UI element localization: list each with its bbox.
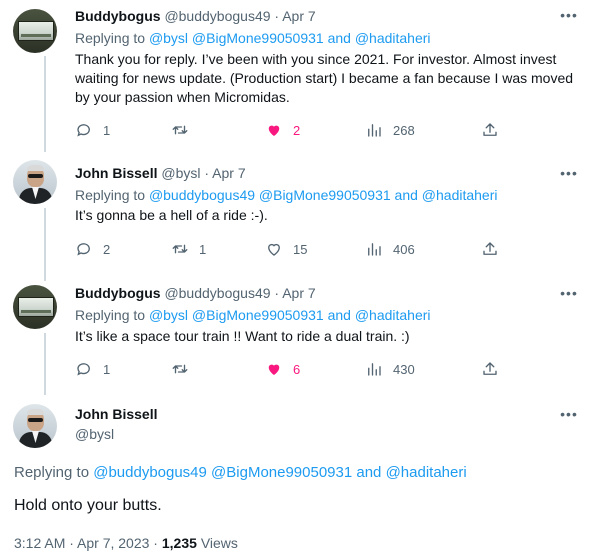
reply-button[interactable]: 1 bbox=[75, 120, 110, 140]
tweet-header: John Bissell @bysl · Apr 7 bbox=[75, 164, 246, 182]
replying-to: Replying to @buddybogus49 @BigMone990509… bbox=[75, 186, 498, 204]
avatar[interactable] bbox=[13, 9, 57, 53]
retweet-icon bbox=[172, 244, 188, 254]
replying-to-users[interactable]: @bysl @BigMone99050931 and @haditaheri bbox=[149, 307, 431, 323]
tweet-header: Buddybogus @buddybogus49 · Apr 7 bbox=[75, 284, 316, 302]
display-name[interactable]: Buddybogus bbox=[75, 285, 161, 301]
replying-prefix: Replying to bbox=[14, 464, 90, 481]
handle[interactable]: @buddybogus49 bbox=[164, 8, 270, 24]
handle[interactable]: @bysl bbox=[75, 426, 114, 442]
separator-dot: · bbox=[204, 165, 210, 181]
replying-to: Replying to @bysl @BigMone99050931 and @… bbox=[75, 29, 431, 47]
display-name[interactable]: John Bissell bbox=[75, 165, 157, 181]
tweet-3[interactable]: Buddybogus @buddybogus49 · Apr 7 ••• Rep… bbox=[0, 273, 597, 395]
tweet-text: Thank you for reply. I’ve been with you … bbox=[75, 51, 574, 105]
like-button[interactable]: 6 bbox=[265, 359, 300, 379]
more-icon[interactable]: ••• bbox=[559, 286, 579, 306]
avatar[interactable] bbox=[13, 285, 57, 329]
retweet-button[interactable] bbox=[171, 120, 199, 140]
retweet-icon bbox=[172, 364, 188, 374]
separator-dot: · bbox=[274, 285, 280, 301]
more-icon[interactable]: ••• bbox=[559, 166, 579, 186]
more-icon[interactable]: ••• bbox=[559, 8, 579, 28]
tweet-header: Buddybogus @buddybogus49 · Apr 7 bbox=[75, 7, 316, 25]
reply-icon bbox=[77, 124, 90, 137]
share-button[interactable] bbox=[481, 120, 499, 140]
replying-to: Replying to @bysl @BigMone99050931 and @… bbox=[75, 306, 431, 324]
tweet-date[interactable]: Apr 7 bbox=[212, 165, 245, 181]
action-bar: 1 2 268 bbox=[75, 120, 497, 140]
main-tweet: John Bissell @bysl ••• Replying to @budd… bbox=[0, 394, 597, 558]
share-icon bbox=[483, 123, 497, 136]
views-button[interactable]: 430 bbox=[365, 359, 415, 379]
reply-count: 1 bbox=[103, 361, 111, 377]
retweet-icon bbox=[172, 125, 188, 135]
tweet-2[interactable]: John Bissell @bysl · Apr 7 ••• Replying … bbox=[0, 148, 597, 281]
thread-line bbox=[44, 333, 46, 395]
display-name[interactable]: Buddybogus bbox=[75, 8, 161, 24]
separator-dot: · bbox=[274, 8, 280, 24]
views-icon bbox=[368, 243, 381, 256]
retweet-button[interactable] bbox=[171, 359, 199, 379]
like-count: 15 bbox=[293, 241, 308, 257]
tweet-text: It’s gonna be a hell of a ride :-). bbox=[75, 207, 268, 223]
replying-to-users[interactable]: @buddybogus49 @BigMone99050931 and @hadi… bbox=[93, 464, 466, 481]
views-count: 430 bbox=[393, 361, 415, 377]
reply-icon bbox=[77, 363, 90, 376]
share-icon bbox=[483, 242, 497, 255]
thread-line bbox=[44, 56, 46, 152]
more-icon[interactable]: ••• bbox=[559, 407, 579, 427]
heart-icon bbox=[268, 125, 280, 136]
tweet-date[interactable]: Apr 7 bbox=[282, 285, 315, 301]
share-icon bbox=[483, 362, 497, 375]
views-count: 1,235 bbox=[161, 535, 197, 551]
views-icon bbox=[368, 124, 381, 137]
views-button[interactable]: 406 bbox=[365, 239, 415, 259]
thread-line bbox=[44, 208, 46, 281]
retweet-button[interactable]: 1 bbox=[171, 239, 206, 259]
views-count: 268 bbox=[393, 122, 415, 138]
replying-to: Replying to @buddybogus49 @BigMone990509… bbox=[14, 464, 467, 481]
replying-prefix: Replying to bbox=[75, 30, 146, 46]
tweet-text: It’s like a space tour train !! Want to … bbox=[75, 328, 410, 344]
views-count: 406 bbox=[393, 241, 415, 257]
share-button[interactable] bbox=[481, 239, 499, 259]
reply-button[interactable]: 2 bbox=[75, 239, 110, 259]
like-button[interactable]: 2 bbox=[265, 120, 300, 140]
avatar[interactable] bbox=[13, 404, 57, 448]
views-label: Views bbox=[200, 535, 238, 551]
display-name[interactable]: John Bissell bbox=[75, 406, 157, 422]
replying-to-users[interactable]: @buddybogus49 @BigMone99050931 and @hadi… bbox=[149, 187, 498, 203]
like-count: 2 bbox=[293, 122, 301, 138]
like-count: 6 bbox=[293, 361, 301, 377]
share-button[interactable] bbox=[481, 359, 499, 379]
views-icon bbox=[368, 363, 381, 376]
like-button[interactable]: 15 bbox=[265, 239, 307, 259]
views-button[interactable]: 268 bbox=[365, 120, 415, 140]
handle[interactable]: @buddybogus49 bbox=[164, 285, 270, 301]
handle[interactable]: @bysl bbox=[161, 165, 200, 181]
heart-icon bbox=[268, 364, 280, 375]
tweet-1[interactable]: Buddybogus @buddybogus49 · Apr 7 ••• Rep… bbox=[0, 0, 597, 152]
reply-count: 2 bbox=[103, 241, 111, 257]
tweet-date[interactable]: Apr 7 bbox=[282, 8, 315, 24]
replying-prefix: Replying to bbox=[75, 307, 146, 323]
tweet-meta: 3:12 AM · Apr 7, 2023 · 1,235 Views bbox=[14, 535, 238, 551]
avatar[interactable] bbox=[13, 160, 57, 204]
action-bar: 1 6 430 bbox=[75, 359, 497, 379]
heart-icon bbox=[268, 243, 280, 256]
retweet-count: 1 bbox=[199, 241, 207, 257]
reply-icon bbox=[77, 243, 90, 256]
tweet-timestamp[interactable]: 3:12 AM · Apr 7, 2023 · bbox=[14, 535, 162, 551]
reply-button[interactable]: 1 bbox=[75, 359, 110, 379]
reply-count: 1 bbox=[103, 122, 111, 138]
tweet-text: Hold onto your butts. bbox=[14, 497, 162, 514]
action-bar: 2 1 15 406 bbox=[75, 239, 497, 259]
replying-to-users[interactable]: @bysl @BigMone99050931 and @haditaheri bbox=[149, 30, 431, 46]
replying-prefix: Replying to bbox=[75, 187, 146, 203]
